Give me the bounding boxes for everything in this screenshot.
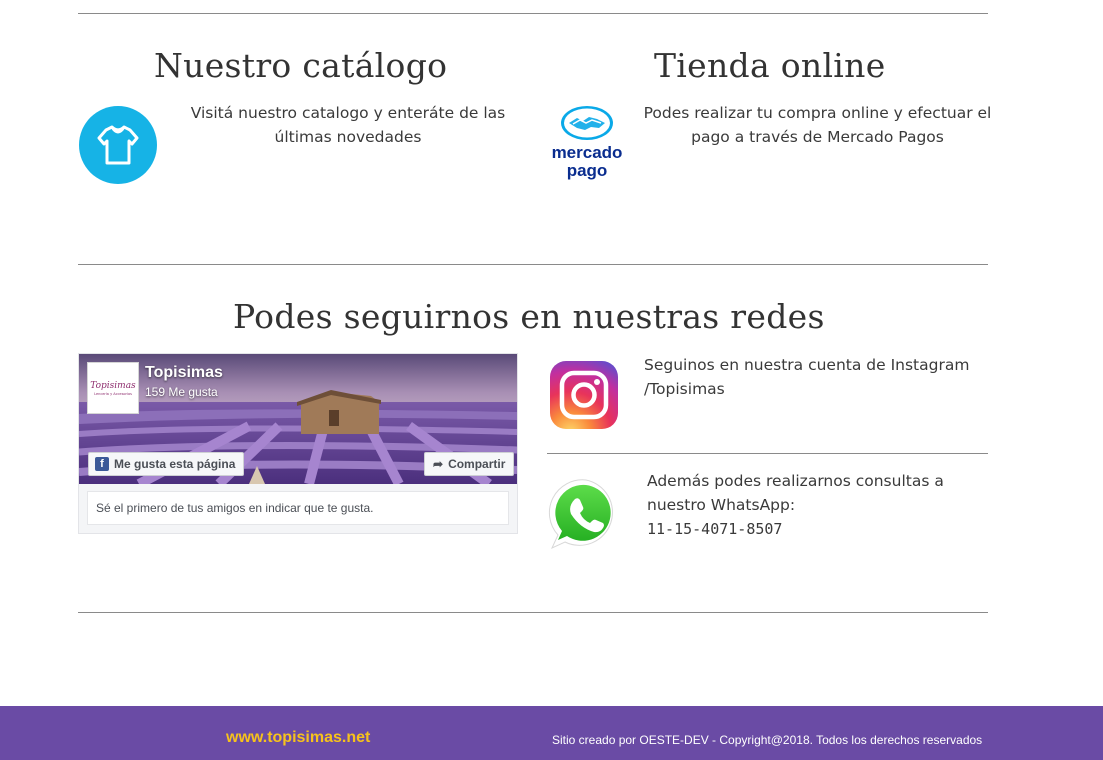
- whatsapp-phone-number[interactable]: 11-15-4071-8507: [647, 517, 944, 541]
- facebook-like-label: Me gusta esta página: [114, 457, 236, 471]
- facebook-friends-message: Sé el primero de tus amigos en indicar q…: [87, 491, 509, 525]
- mercado-pago-logo-text-bottom: pago: [567, 161, 608, 180]
- store-description-line2: pago a través de Mercado Pagos: [691, 128, 944, 146]
- facebook-page-name[interactable]: Topisimas: [145, 364, 223, 382]
- whatsapp-text-line1: Además podes realizarnos consultas a: [647, 472, 944, 490]
- catalog-description-line2: últimas novedades: [274, 128, 422, 146]
- facebook-avatar-text: Topisimas: [90, 380, 136, 391]
- store-title: Tienda online: [654, 46, 886, 85]
- footer: www.topisimas.net Sitio creado por OESTE…: [0, 706, 1103, 760]
- catalog-description-line1: Visitá nuestro catalogo y enteráte de la…: [190, 104, 506, 122]
- facebook-like-button[interactable]: f Me gusta esta página: [88, 452, 245, 476]
- tshirt-icon[interactable]: [79, 106, 157, 184]
- instagram-text-line1: Seguinos en nuestra cuenta de Instagram: [644, 356, 970, 374]
- facebook-share-button[interactable]: ➦ Compartir: [424, 452, 515, 476]
- store-description: Podes realizar tu compra online y efectu…: [640, 101, 995, 149]
- facebook-page-avatar[interactable]: Topisimas Lencería y Accesorios: [87, 362, 139, 414]
- whatsapp-text-line2: nuestro WhatsApp:: [647, 496, 796, 514]
- facebook-avatar-subtext: Lencería y Accesorios: [94, 391, 132, 396]
- facebook-like-count: 159 Me gusta: [145, 385, 218, 399]
- catalog-title: Nuestro catálogo: [154, 46, 448, 85]
- mercado-pago-logo[interactable]: mercado pago: [545, 103, 629, 181]
- footer-site-link[interactable]: www.topisimas.net: [226, 729, 370, 747]
- facebook-icon: f: [95, 457, 109, 471]
- facebook-share-label: Compartir: [448, 457, 506, 471]
- divider-top: [78, 13, 988, 14]
- facebook-page-widget: Topisimas Lencería y Accesorios Topisima…: [78, 353, 518, 534]
- footer-credit: Sitio creado por OESTE-DEV - Copyright@2…: [552, 733, 983, 747]
- whatsapp-icon[interactable]: [547, 476, 625, 554]
- social-title: Podes seguirnos en nuestras redes: [233, 297, 825, 336]
- divider-social: [547, 453, 988, 454]
- store-description-line1: Podes realizar tu compra online y efectu…: [643, 104, 992, 122]
- instagram-handle[interactable]: /Topisimas: [644, 377, 969, 401]
- facebook-cover-photo[interactable]: Topisimas Lencería y Accesorios Topisima…: [79, 354, 517, 484]
- instagram-text: Seguinos en nuestra cuenta de Instagram …: [644, 353, 969, 401]
- instagram-icon[interactable]: [549, 360, 619, 430]
- divider-bottom: [78, 612, 988, 613]
- share-icon: ➦: [433, 457, 444, 471]
- divider-middle: [78, 264, 988, 265]
- whatsapp-text: Además podes realizarnos consultas a nue…: [647, 469, 944, 541]
- mercado-pago-logo-text-top: mercado: [552, 143, 623, 162]
- catalog-description: Visitá nuestro catalogo y enteráte de la…: [178, 101, 518, 149]
